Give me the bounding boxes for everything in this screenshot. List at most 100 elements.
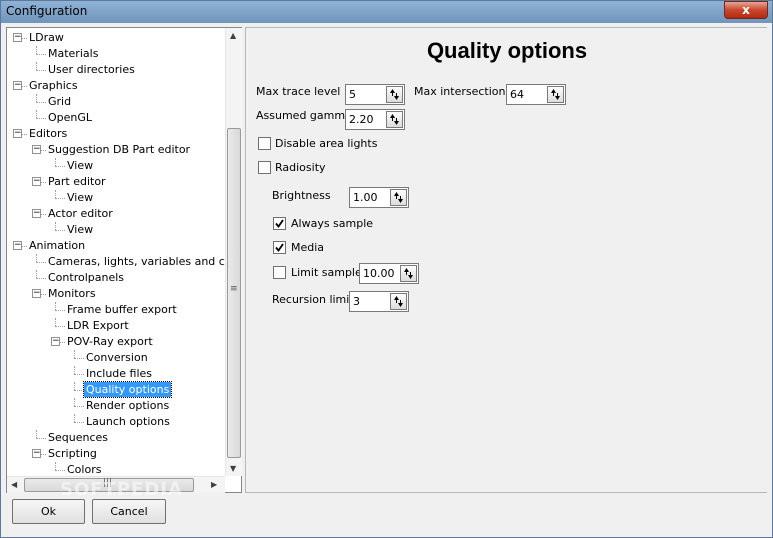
assumed-gamma-value: 2.20 xyxy=(349,113,374,126)
limit-sample-checkbox[interactable] xyxy=(273,266,286,279)
tree-item-view[interactable]: View xyxy=(67,190,93,205)
tree-connector xyxy=(74,414,75,422)
spin-arrows-icon[interactable] xyxy=(386,111,403,128)
brightness-label: Brightness xyxy=(272,189,331,202)
tree-item-user-directories[interactable]: User directories xyxy=(48,62,135,77)
tree-connector xyxy=(36,254,37,262)
tree-connector xyxy=(22,38,27,39)
tree-item-quality-options[interactable]: Quality options xyxy=(82,381,173,398)
tree-connector xyxy=(55,326,65,327)
tree-connector xyxy=(41,214,46,215)
tree-item-actor-editor[interactable]: Actor editor xyxy=(48,206,113,221)
scroll-right-arrow-icon[interactable]: ▶ xyxy=(211,480,217,489)
window-title: Configuration xyxy=(6,4,88,18)
brightness-stepper[interactable]: 1.00 xyxy=(349,187,409,208)
tree-item-ldr-export[interactable]: LDR Export xyxy=(67,318,129,333)
title-bar[interactable]: Configuration x xyxy=(1,1,772,23)
tree-connector xyxy=(41,150,46,151)
scroll-down-arrow-icon[interactable]: ▼ xyxy=(230,464,236,473)
disable-area-lights-checkbox[interactable] xyxy=(258,137,271,150)
tree-connector xyxy=(74,358,84,359)
spin-arrows-icon[interactable] xyxy=(386,86,403,103)
tree-connector xyxy=(36,54,46,55)
scroll-left-arrow-icon[interactable]: ◀ xyxy=(11,480,17,489)
cancel-button[interactable]: Cancel xyxy=(92,499,166,524)
collapse-icon[interactable]: − xyxy=(51,337,60,346)
tree-item-pov-ray-export[interactable]: POV-Ray export xyxy=(67,334,153,349)
tree-item-editors[interactable]: Editors xyxy=(29,126,67,141)
tree-connector xyxy=(36,118,46,119)
tree-item-grid[interactable]: Grid xyxy=(48,94,71,109)
grip-icon: ≡ xyxy=(230,284,238,294)
tree-connector xyxy=(74,382,75,390)
recursion-limit-stepper[interactable]: 3 xyxy=(349,291,409,312)
tree-item-monitors[interactable]: Monitors xyxy=(48,286,96,301)
tree-connector xyxy=(36,70,46,71)
limit-sample-stepper[interactable]: 10.00 xyxy=(359,263,419,284)
tree-connector xyxy=(55,158,56,166)
tree-connector xyxy=(74,374,84,375)
tree-item-sequences[interactable]: Sequences xyxy=(48,430,108,445)
tree-item-graphics[interactable]: Graphics xyxy=(29,78,78,93)
limit-sample-label: Limit sample xyxy=(291,266,362,279)
assumed-gamma-stepper[interactable]: 2.20 xyxy=(345,109,405,130)
tree-item-colors[interactable]: Colors xyxy=(67,462,101,476)
tree-item-controlpanels[interactable]: Controlpanels xyxy=(48,270,124,285)
tree-item-view[interactable]: View xyxy=(67,158,93,173)
tree-item-materials[interactable]: Materials xyxy=(48,46,98,61)
close-button[interactable]: x xyxy=(724,1,768,19)
max-trace-level-label: Max trace level xyxy=(256,85,341,98)
spin-arrows-icon[interactable] xyxy=(390,189,407,206)
options-panel: Quality options Max trace level 5 Max in… xyxy=(245,27,767,493)
max-trace-level-stepper[interactable]: 5 xyxy=(345,84,405,105)
tree-item-frame-buffer-export[interactable]: Frame buffer export xyxy=(67,302,177,317)
vertical-scroll-thumb[interactable]: ≡ xyxy=(227,128,241,458)
always-sample-checkbox[interactable] xyxy=(273,217,286,230)
tree-item-ldraw[interactable]: LDraw xyxy=(29,30,64,45)
collapse-icon[interactable]: − xyxy=(13,33,22,42)
spin-arrows-icon[interactable] xyxy=(400,265,417,282)
tree-connector xyxy=(41,454,46,455)
tree-item-opengl[interactable]: OpenGL xyxy=(48,110,92,125)
tree-item-view[interactable]: View xyxy=(67,222,93,237)
tree-item-part-editor[interactable]: Part editor xyxy=(48,174,106,189)
collapse-icon[interactable]: − xyxy=(32,145,41,154)
tree-item-conversion[interactable]: Conversion xyxy=(86,350,148,365)
brightness-value: 1.00 xyxy=(353,191,378,204)
collapse-icon[interactable]: − xyxy=(13,241,22,250)
collapse-icon[interactable]: − xyxy=(32,289,41,298)
tree-item-render-options[interactable]: Render options xyxy=(86,398,169,413)
tree-item-scripting[interactable]: Scripting xyxy=(48,446,97,461)
tree-connector xyxy=(36,94,37,102)
collapse-icon[interactable]: − xyxy=(13,129,22,138)
radiosity-checkbox[interactable] xyxy=(258,161,271,174)
ok-button[interactable]: Ok xyxy=(12,499,85,524)
tree-item-include-files[interactable]: Include files xyxy=(86,366,152,381)
tree-item-animation[interactable]: Animation xyxy=(29,238,85,253)
config-tree[interactable]: − LDraw Materials User directories − Graphics… xyxy=(7,28,225,476)
tree-connector xyxy=(55,190,56,198)
tree-connector xyxy=(36,430,37,438)
spin-arrows-icon[interactable] xyxy=(547,86,564,103)
tree-connector xyxy=(22,134,27,135)
client-area: − LDraw Materials User directories − Graphics… xyxy=(5,25,768,535)
tree-connector xyxy=(36,262,46,263)
tree-connector xyxy=(36,62,37,70)
vertical-scrollbar[interactable]: ▲ ≡ ▼ xyxy=(225,28,242,476)
tree-connector xyxy=(41,182,46,183)
tree-connector xyxy=(36,270,37,278)
collapse-icon[interactable]: − xyxy=(32,209,41,218)
media-checkbox[interactable] xyxy=(273,241,286,254)
page-title: Quality options xyxy=(426,38,588,63)
collapse-icon[interactable]: − xyxy=(32,449,41,458)
spin-arrows-icon[interactable] xyxy=(390,293,407,310)
tree-item-suggestion-db-part-editor[interactable]: Suggestion DB Part editor xyxy=(48,142,190,157)
collapse-icon[interactable]: − xyxy=(32,177,41,186)
max-intersections-stepper[interactable]: 64 xyxy=(506,84,566,105)
tree-item-launch-options[interactable]: Launch options xyxy=(86,414,170,429)
scroll-up-arrow-icon[interactable]: ▲ xyxy=(230,31,236,40)
tree-item-cameras-lights-variables[interactable]: Cameras, lights, variables and chara xyxy=(48,254,225,269)
collapse-icon[interactable]: − xyxy=(13,81,22,90)
max-trace-level-value: 5 xyxy=(349,88,356,101)
recursion-limit-value: 3 xyxy=(353,295,360,308)
